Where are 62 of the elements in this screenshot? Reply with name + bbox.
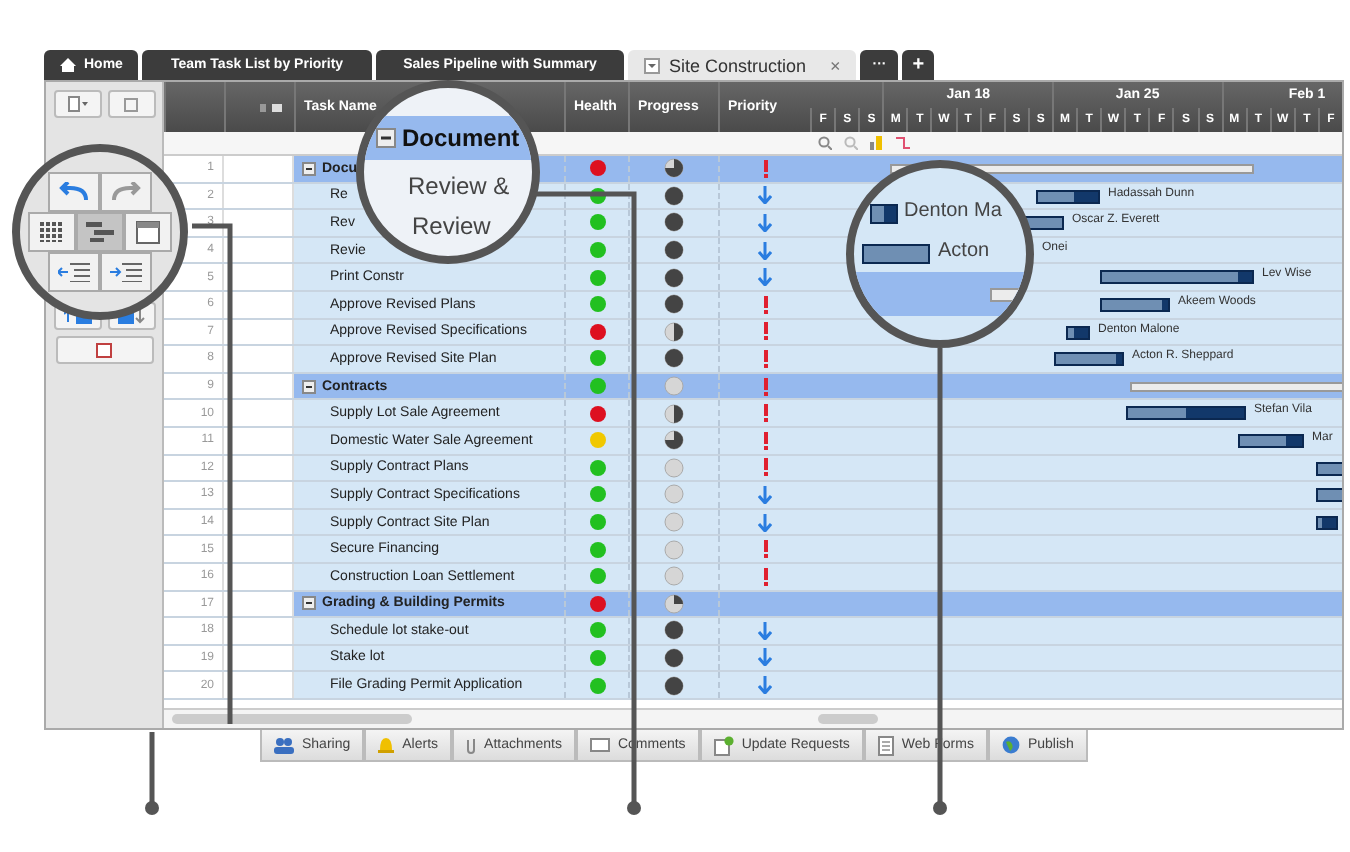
redo-button[interactable] (100, 172, 152, 212)
collapse-icon[interactable] (302, 379, 316, 394)
page-icon (67, 96, 87, 112)
task-bar[interactable] (1036, 189, 1100, 204)
grid-icon (40, 222, 64, 242)
task-bar (870, 204, 898, 224)
assignee-label: Acton (938, 240, 990, 262)
globe-icon (1001, 736, 1020, 754)
redo-icon (110, 182, 142, 202)
floppy-icon (124, 97, 138, 111)
calendar-icon (136, 220, 160, 244)
home-icon (60, 58, 76, 72)
calendar-view-button[interactable] (124, 212, 172, 252)
dependency-icon[interactable] (896, 136, 910, 150)
undo-icon (58, 182, 90, 202)
scrollbar[interactable] (818, 714, 878, 724)
task-name: Review (412, 212, 491, 240)
group-name: Document (402, 124, 520, 152)
task-bar[interactable] (1054, 352, 1124, 367)
task-bar[interactable] (1100, 270, 1254, 285)
task-bar (862, 244, 930, 264)
gantt-icon (86, 222, 114, 242)
table-cell (224, 346, 294, 372)
table-cell (224, 183, 294, 209)
task-bar[interactable] (1316, 515, 1338, 530)
zoom-in-icon[interactable] (818, 136, 832, 150)
table-cell (224, 264, 294, 290)
attachment-comment-icon (260, 101, 288, 113)
assignee-label: Denton Ma (904, 200, 1002, 222)
sheet-tab[interactable]: Site Construction × (628, 50, 857, 80)
outdent-button[interactable] (48, 252, 100, 292)
save-button[interactable] (107, 90, 155, 118)
collapse-icon[interactable] (376, 128, 396, 148)
people-icon (274, 737, 294, 753)
task-bar[interactable] (1238, 433, 1304, 448)
gantt-view-button[interactable] (76, 212, 124, 252)
task-bar[interactable] (1126, 406, 1246, 421)
paperclip-icon (466, 736, 477, 754)
critical-path-icon[interactable] (870, 136, 884, 150)
collapse-icon[interactable] (302, 596, 316, 611)
add-tab-button[interactable]: + (902, 50, 935, 80)
indent-button[interactable] (100, 252, 152, 292)
indent-icon (110, 262, 142, 282)
table-cell (224, 536, 294, 562)
bell-icon (378, 736, 395, 754)
table-cell (224, 618, 294, 644)
calendar-icon (96, 342, 112, 358)
dropdown-icon (644, 57, 661, 73)
table-cell (224, 400, 294, 426)
calendar-button[interactable] (55, 336, 153, 364)
table-cell (224, 482, 294, 508)
collapse-icon[interactable] (302, 161, 316, 176)
task-bar[interactable] (1066, 325, 1090, 340)
document-icon (713, 735, 734, 755)
task-bar[interactable] (1100, 297, 1170, 312)
outdent-icon (58, 262, 90, 282)
task-name: Review & (408, 172, 510, 200)
grid-view-button[interactable] (28, 212, 76, 252)
scrollbar[interactable] (172, 714, 412, 724)
table-cell (224, 210, 294, 236)
undo-button[interactable] (48, 172, 100, 212)
new-sheet-button[interactable] (53, 90, 101, 118)
